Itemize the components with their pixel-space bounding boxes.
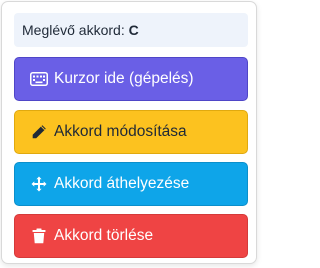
existing-chord-value: C [128, 22, 139, 38]
trash-icon [30, 227, 48, 245]
move-chord-button[interactable]: Akkord áthelyezése [14, 162, 248, 206]
existing-chord-info: Meglévő akkord: C [14, 13, 248, 47]
cursor-here-button[interactable]: Kurzor ide (gépelés) [14, 57, 248, 101]
delete-chord-button[interactable]: Akkord törlése [14, 214, 248, 258]
keyboard-icon [30, 70, 48, 88]
background-edge [257, 0, 261, 268]
edit-chord-label: Akkord módosítása [54, 123, 187, 140]
cursor-here-label: Kurzor ide (gépelés) [54, 70, 194, 87]
pencil-icon [30, 123, 48, 141]
move-chord-label: Akkord áthelyezése [54, 175, 190, 192]
edit-chord-button[interactable]: Akkord módosítása [14, 110, 248, 154]
chord-context-menu: Meglévő akkord: C Kurzor ide (gépelés) A… [1, 1, 257, 264]
move-arrows-icon [30, 175, 48, 193]
existing-chord-label: Meglévő akkord: [22, 22, 125, 38]
delete-chord-label: Akkord törlése [54, 227, 154, 244]
